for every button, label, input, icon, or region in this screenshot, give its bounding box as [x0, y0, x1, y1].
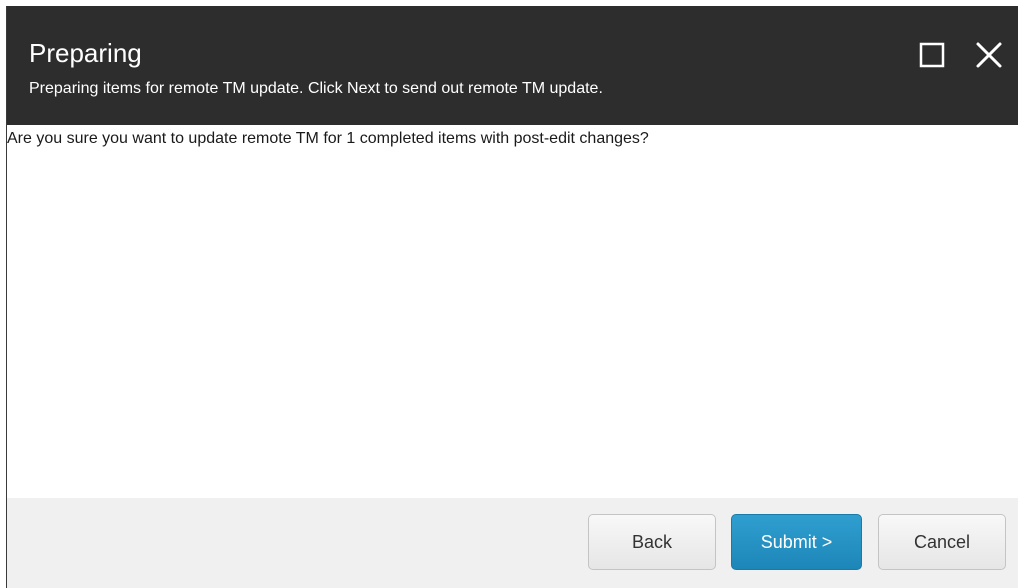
close-icon: [976, 42, 1002, 68]
dialog-title: Preparing: [29, 38, 142, 68]
confirmation-message: Are you sure you want to update remote T…: [7, 130, 649, 147]
dialog-subtitle: Preparing items for remote TM update. Cl…: [29, 80, 603, 97]
cancel-button[interactable]: Cancel: [878, 514, 1006, 570]
back-button[interactable]: Back: [588, 514, 716, 570]
submit-button[interactable]: Submit >: [731, 514, 862, 570]
maximize-button[interactable]: [915, 38, 949, 72]
dialog: Preparing Preparing items for remote TM …: [6, 6, 1018, 588]
dialog-header: Preparing Preparing items for remote TM …: [7, 6, 1018, 125]
maximize-icon: [919, 42, 945, 68]
close-button[interactable]: [972, 38, 1006, 72]
dialog-footer: Back Submit > Cancel: [7, 498, 1018, 588]
